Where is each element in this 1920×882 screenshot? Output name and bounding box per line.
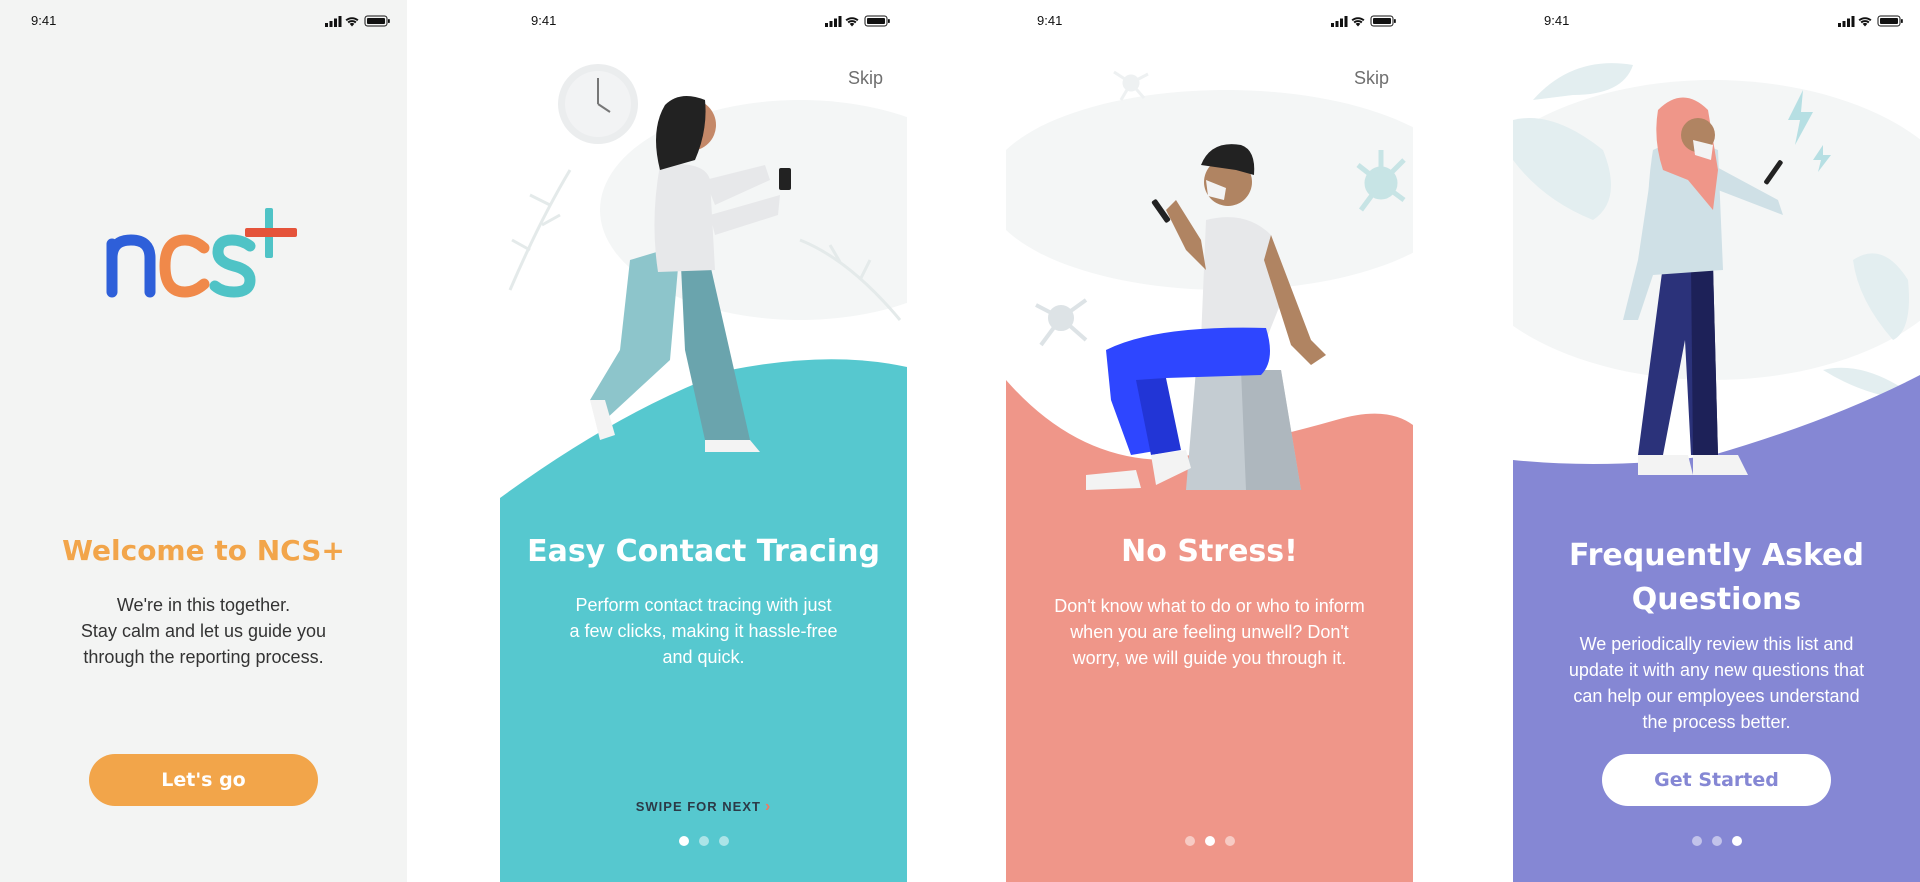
battery-icon [1877, 15, 1903, 27]
page-dot-3[interactable] [718, 836, 729, 846]
page-dot-1[interactable] [1691, 836, 1702, 846]
wifi-icon [845, 17, 859, 27]
no-stress-description: Don't know what to do or who to inform w… [1054, 596, 1365, 668]
page-dot-3[interactable] [1731, 836, 1742, 846]
welcome-title: Welcome to NCS+ [62, 534, 345, 567]
contact-tracing-illustration [500, 64, 907, 882]
page-dot-2[interactable] [698, 836, 709, 846]
status-bar: 9:41 [1006, 0, 1413, 40]
page-dot-1[interactable] [1184, 836, 1195, 846]
page-indicator [1513, 833, 1920, 851]
cellular-signal-icon [1331, 16, 1348, 27]
wifi-icon [345, 17, 359, 27]
page-dot-1[interactable] [678, 836, 689, 846]
lets-go-button[interactable]: Let's go [89, 754, 318, 806]
status-time: 9:41 [31, 13, 57, 28]
welcome-description: We're in this together. Stay calm and le… [80, 595, 327, 667]
swipe-for-next-button[interactable]: SWIPE FOR NEXT › [500, 798, 907, 816]
status-icons [825, 14, 891, 32]
battery-icon [364, 15, 390, 27]
status-bar: 9:41 [1513, 0, 1920, 40]
contact-tracing-description: Perform contact tracing with just a few … [569, 595, 838, 667]
chevron-right-icon: › [764, 798, 772, 815]
faq-description: We periodically review this list and upd… [1568, 634, 1865, 732]
virus-icon [1113, 70, 1149, 101]
status-time: 9:41 [1544, 13, 1570, 28]
cellular-signal-icon [1838, 16, 1855, 27]
page-indicator [500, 833, 907, 851]
cellular-signal-icon [325, 16, 342, 27]
welcome-screen: 9:41 Welcome to NCS+ We're in this toget… [0, 0, 407, 882]
onboarding-no-stress-screen: 9:41 Skip No Stress! Don't know what to … [1006, 0, 1413, 882]
faq-title: Frequently Asked Questions [1569, 538, 1864, 617]
onboarding-faq-screen: 9:41 Frequently Asked Questions We perio… [1513, 0, 1920, 882]
skip-link[interactable]: Skip [848, 68, 883, 89]
faq-illustration [1513, 63, 1920, 882]
status-bar: 9:41 [0, 0, 407, 40]
cellular-signal-icon [825, 16, 842, 27]
onboarding-contact-tracing-screen: 9:41 Skip Easy Contact Tracing Perform c… [500, 0, 907, 882]
skip-link[interactable]: Skip [1354, 68, 1389, 89]
page-dot-2[interactable] [1711, 836, 1722, 846]
status-icons [1331, 14, 1397, 32]
contact-tracing-title: Easy Contact Tracing [527, 534, 880, 569]
page-indicator [1006, 833, 1413, 851]
status-time: 9:41 [531, 13, 557, 28]
wifi-icon [1858, 17, 1872, 27]
clock-icon [558, 64, 638, 144]
battery-icon [1370, 15, 1396, 27]
status-icons [325, 14, 391, 32]
status-icons [1838, 14, 1904, 32]
page-dot-2[interactable] [1204, 836, 1215, 846]
virus-icon [1035, 298, 1088, 347]
battery-icon [864, 15, 890, 27]
status-time: 9:41 [1037, 13, 1063, 28]
no-stress-title: No Stress! [1121, 534, 1298, 569]
page-dot-3[interactable] [1224, 836, 1235, 846]
ncs-plus-logo [106, 208, 297, 298]
status-bar: 9:41 [500, 0, 907, 40]
wifi-icon [1351, 17, 1365, 27]
no-stress-illustration [1006, 70, 1413, 882]
get-started-button[interactable]: Get Started [1602, 754, 1831, 806]
